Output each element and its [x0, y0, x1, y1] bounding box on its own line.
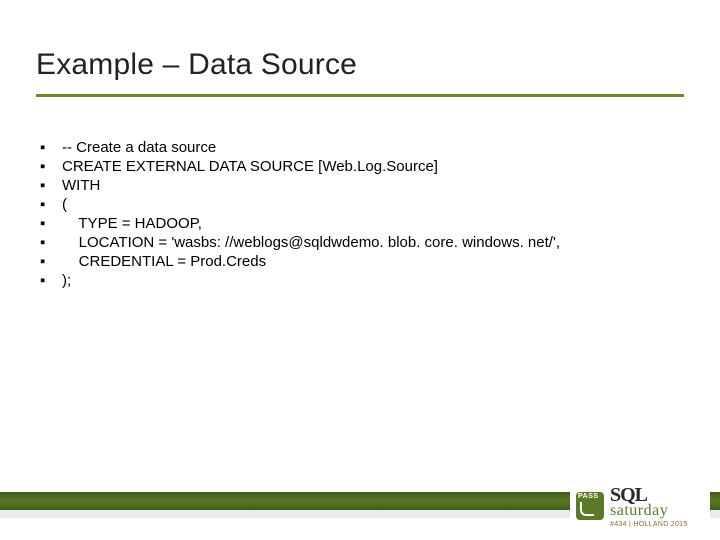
- bullet-icon: ▪: [40, 177, 62, 194]
- code-text: WITH: [62, 177, 100, 194]
- code-text: CREDENTIAL = Prod.Creds: [62, 253, 266, 270]
- sqlsaturday-logo: SQL saturday #434 | HOLLAND 2015: [570, 478, 710, 534]
- code-text: LOCATION = 'wasbs: //weblogs@sqldwdemo. …: [62, 234, 560, 251]
- code-line: ▪ -- Create a data source: [40, 139, 684, 156]
- bullet-icon: ▪: [40, 196, 62, 213]
- code-line: ▪ LOCATION = 'wasbs: //weblogs@sqldwdemo…: [40, 234, 684, 251]
- code-line: ▪ CREDENTIAL = Prod.Creds: [40, 253, 684, 270]
- code-line: ▪ WITH: [40, 177, 684, 194]
- code-line: ▪ );: [40, 272, 684, 289]
- logo-line2: saturday: [610, 503, 688, 519]
- code-fragment: =: [122, 215, 131, 232]
- code-text: );: [62, 272, 71, 289]
- code-text: (: [62, 196, 67, 213]
- code-fragment: TYPE: [62, 215, 122, 232]
- code-text: CREATE EXTERNAL DATA SOURCE [Web.Log.Sou…: [62, 158, 438, 175]
- bullet-icon: ▪: [40, 234, 62, 251]
- code-text: -- Create a data source: [62, 139, 216, 156]
- code-fragment: Prod.Creds: [186, 253, 266, 270]
- code-fragment: CREDENTIAL: [62, 253, 177, 270]
- bullet-icon: ▪: [40, 139, 62, 156]
- code-fragment: HADOOP,: [131, 215, 202, 232]
- footer: SQL saturday #434 | HOLLAND 2015: [0, 472, 720, 540]
- code-block: ▪ -- Create a data source ▪ CREATE EXTER…: [36, 139, 684, 289]
- code-fragment: ,: [556, 234, 560, 251]
- code-string: 'wasbs: //weblogs@sqldwdemo. blob. core.…: [171, 234, 555, 251]
- bullet-icon: ▪: [40, 158, 62, 175]
- logo-sub: #434 | HOLLAND 2015: [610, 521, 688, 528]
- slide-title: Example – Data Source: [36, 48, 684, 97]
- code-fragment: =: [158, 234, 167, 251]
- slide: Example – Data Source ▪ -- Create a data…: [0, 0, 720, 540]
- bullet-icon: ▪: [40, 253, 62, 270]
- code-line: ▪ (: [40, 196, 684, 213]
- logo-text: SQL saturday #434 | HOLLAND 2015: [610, 485, 688, 528]
- code-fragment: LOCATION: [62, 234, 158, 251]
- bullet-icon: ▪: [40, 272, 62, 289]
- bullet-icon: ▪: [40, 215, 62, 232]
- pass-badge-icon: [576, 492, 604, 520]
- code-line: ▪ TYPE = HADOOP,: [40, 215, 684, 232]
- code-line: ▪ CREATE EXTERNAL DATA SOURCE [Web.Log.S…: [40, 158, 684, 175]
- code-fragment: =: [177, 253, 186, 270]
- code-text: TYPE = HADOOP,: [62, 215, 202, 232]
